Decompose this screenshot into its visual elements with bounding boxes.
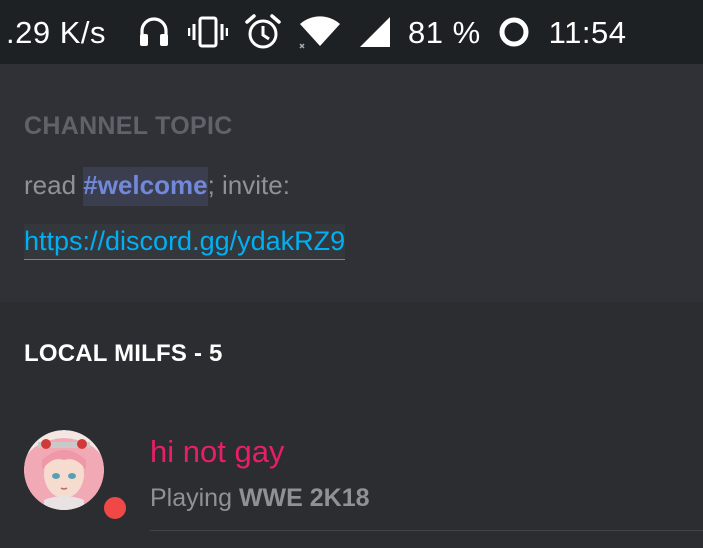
vibrate-icon [188, 14, 228, 50]
alarm-icon [244, 13, 282, 51]
wifi-icon [298, 14, 342, 50]
topic-suffix: ; invite: [207, 170, 290, 200]
row-divider [150, 530, 703, 531]
invite-link[interactable]: https://discord.gg/ydakRZ9 [24, 224, 346, 260]
member-name: hi not gay [150, 434, 285, 469]
status-bar: .29 K/s 81 % 11:54 [0, 0, 703, 64]
activity-game: WWE 2K18 [238, 484, 370, 512]
dnd-status-icon [99, 492, 131, 524]
network-speed: .29 K/s [6, 14, 106, 50]
member-activity: Playing WWE 2K18 [150, 484, 370, 513]
avatar [24, 430, 104, 510]
role-header: LOCAL MILFS - 5 [24, 340, 223, 367]
topic-prefix: read [24, 170, 84, 200]
activity-prefix: Playing [150, 484, 239, 512]
channel-topic-heading: CHANNEL TOPIC [24, 112, 233, 140]
channel-mention-welcome[interactable]: #welcome [83, 167, 208, 206]
headphones-icon [136, 14, 172, 50]
channel-topic-text: read #welcome; invite: [24, 167, 290, 206]
battery-percent: 81 % [408, 14, 481, 50]
member-item[interactable]: hi not gay Playing WWE 2K18 [0, 420, 703, 531]
signal-icon [358, 15, 392, 49]
avatar-container [24, 430, 131, 524]
battery-ring-icon [497, 15, 531, 49]
clock: 11:54 [548, 14, 627, 50]
